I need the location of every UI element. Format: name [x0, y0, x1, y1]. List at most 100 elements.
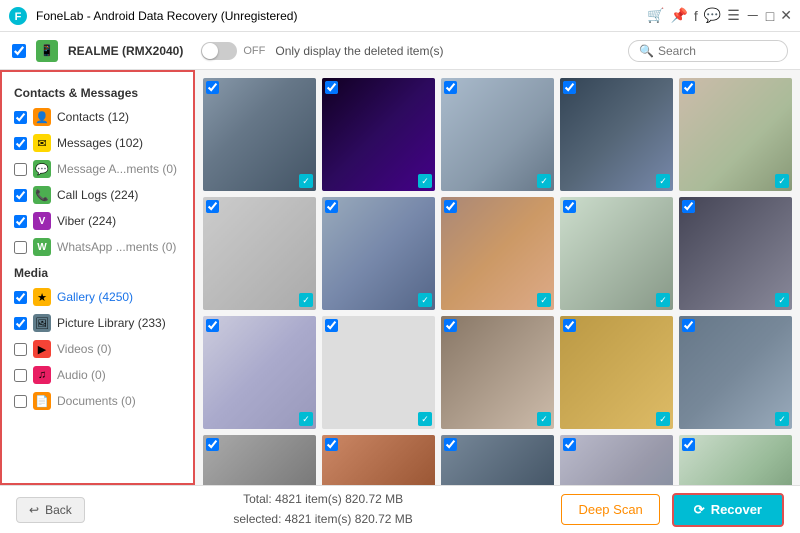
photo-check-icon: ✓ — [299, 174, 313, 188]
list-item[interactable]: ✓ — [322, 78, 435, 191]
cart-icon[interactable]: 🛒 — [647, 7, 664, 24]
photo-checkbox[interactable] — [563, 81, 576, 94]
videos-icon: ▶ — [33, 340, 51, 358]
sidebar-item-viber[interactable]: V Viber (224) — [2, 208, 193, 234]
recover-label: Recover — [711, 502, 762, 517]
list-item[interactable]: ✓ — [679, 435, 792, 485]
chat-icon[interactable]: 💬 — [704, 7, 721, 24]
app-logo: F — [8, 6, 28, 26]
photo-checkbox[interactable] — [325, 438, 338, 451]
sidebar-item-documents[interactable]: 📄 Documents (0) — [2, 388, 193, 414]
photo-checkbox[interactable] — [563, 319, 576, 332]
photo-check-icon: ✓ — [656, 174, 670, 188]
photo-checkbox[interactable] — [325, 200, 338, 213]
photo-check-icon: ✓ — [775, 412, 789, 426]
viber-checkbox[interactable] — [14, 215, 27, 228]
whatsapp-checkbox[interactable] — [14, 241, 27, 254]
photo-check-icon: ✓ — [775, 293, 789, 307]
photo-check-icon: ✓ — [537, 174, 551, 188]
photo-checkbox[interactable] — [444, 81, 457, 94]
list-item[interactable]: ✓ — [560, 435, 673, 485]
delete-toggle[interactable] — [201, 42, 237, 60]
list-item[interactable]: ✓ — [679, 78, 792, 191]
viber-icon: V — [33, 212, 51, 230]
toggle-container[interactable]: OFF — [201, 42, 265, 60]
minimize-icon[interactable]: － — [746, 6, 760, 26]
contacts-section-title: Contacts & Messages — [2, 80, 193, 104]
audio-checkbox[interactable] — [14, 369, 27, 382]
list-item[interactable]: ✓ — [322, 316, 435, 429]
messages-checkbox[interactable] — [14, 137, 27, 150]
list-item[interactable]: ✓ — [679, 316, 792, 429]
photo-checkbox[interactable] — [682, 438, 695, 451]
photo-checkbox[interactable] — [206, 200, 219, 213]
search-icon: 🔍 — [639, 44, 654, 58]
sidebar-item-audio[interactable]: ♫ Audio (0) — [2, 362, 193, 388]
sidebar-item-call-logs[interactable]: 📞 Call Logs (224) — [2, 182, 193, 208]
search-input[interactable] — [658, 44, 777, 58]
device-bar: 📱 REALME (RMX2040) OFF Only display the … — [0, 32, 800, 70]
videos-label: Videos (0) — [57, 342, 111, 356]
sidebar-item-picture-library[interactable]: 🖼 Picture Library (233) — [2, 310, 193, 336]
photo-checkbox[interactable] — [206, 438, 219, 451]
list-item[interactable]: ✓ — [441, 435, 554, 485]
contacts-icon: 👤 — [33, 108, 51, 126]
sidebar-item-messages[interactable]: ✉ Messages (102) — [2, 130, 193, 156]
list-item[interactable]: ✓ — [679, 197, 792, 310]
back-icon: ↩ — [29, 503, 39, 517]
list-item[interactable]: ✓ — [560, 197, 673, 310]
photo-checkbox[interactable] — [206, 81, 219, 94]
photo-checkbox[interactable] — [563, 438, 576, 451]
msg-attach-checkbox[interactable] — [14, 163, 27, 176]
call-logs-checkbox[interactable] — [14, 189, 27, 202]
list-item[interactable]: ✓ — [441, 78, 554, 191]
picture-lib-checkbox[interactable] — [14, 317, 27, 330]
photo-checkbox[interactable] — [682, 319, 695, 332]
photo-checkbox[interactable] — [563, 200, 576, 213]
photo-checkbox[interactable] — [325, 81, 338, 94]
sidebar-item-message-attachments[interactable]: 💬 Message A...ments (0) — [2, 156, 193, 182]
menu-icon[interactable]: ☰ — [727, 7, 740, 24]
selected-label: selected: 4821 item(s) 820.72 MB — [97, 510, 550, 529]
list-item[interactable]: ✓ — [560, 316, 673, 429]
back-button[interactable]: ↩ Back — [16, 497, 85, 523]
list-item[interactable]: ✓ — [322, 197, 435, 310]
videos-checkbox[interactable] — [14, 343, 27, 356]
search-box[interactable]: 🔍 — [628, 40, 788, 62]
gallery-checkbox[interactable] — [14, 291, 27, 304]
photo-checkbox[interactable] — [206, 319, 219, 332]
list-item[interactable]: ✓ — [441, 197, 554, 310]
close-icon[interactable]: ✕ — [780, 7, 792, 24]
sidebar-item-gallery[interactable]: ★ Gallery (4250) — [2, 284, 193, 310]
list-item[interactable]: ✓ — [203, 435, 316, 485]
photo-grid: ✓ ✓ ✓ ✓ ✓ ✓ ✓ ✓ ✓ ✓ ✓ ✓ ✓ ✓ ✓ ✓ ✓ ✓ ✓ ✓ — [203, 78, 792, 485]
sidebar-item-contacts[interactable]: 👤 Contacts (12) — [2, 104, 193, 130]
facebook-icon[interactable]: f — [694, 8, 698, 24]
device-checkbox[interactable] — [12, 44, 26, 58]
list-item[interactable]: ✓ — [203, 78, 316, 191]
contacts-checkbox[interactable] — [14, 111, 27, 124]
photo-checkbox[interactable] — [444, 200, 457, 213]
back-label: Back — [45, 503, 72, 517]
photo-checkbox[interactable] — [325, 319, 338, 332]
recover-button[interactable]: ⟳ Recover — [672, 493, 784, 527]
photo-checkbox[interactable] — [444, 438, 457, 451]
list-item[interactable]: ✓ — [203, 316, 316, 429]
pin-icon[interactable]: 📌 — [670, 7, 687, 24]
photo-checkbox[interactable] — [444, 319, 457, 332]
photo-area[interactable]: ✓ ✓ ✓ ✓ ✓ ✓ ✓ ✓ ✓ ✓ ✓ ✓ ✓ ✓ ✓ ✓ ✓ ✓ ✓ ✓ — [195, 70, 800, 485]
status-info: Total: 4821 item(s) 820.72 MB selected: … — [97, 490, 550, 528]
photo-checkbox[interactable] — [682, 81, 695, 94]
documents-checkbox[interactable] — [14, 395, 27, 408]
sidebar-item-videos[interactable]: ▶ Videos (0) — [2, 336, 193, 362]
sidebar-item-whatsapp[interactable]: W WhatsApp ...ments (0) — [2, 234, 193, 260]
list-item[interactable]: ✓ — [441, 316, 554, 429]
list-item[interactable]: ✓ — [322, 435, 435, 485]
deep-scan-button[interactable]: Deep Scan — [561, 494, 659, 525]
maximize-icon[interactable]: □ — [766, 8, 774, 24]
list-item[interactable]: ✓ — [560, 78, 673, 191]
msg-attach-label: Message A...ments (0) — [57, 162, 177, 176]
msg-attach-icon: 💬 — [33, 160, 51, 178]
photo-checkbox[interactable] — [682, 200, 695, 213]
list-item[interactable]: ✓ — [203, 197, 316, 310]
